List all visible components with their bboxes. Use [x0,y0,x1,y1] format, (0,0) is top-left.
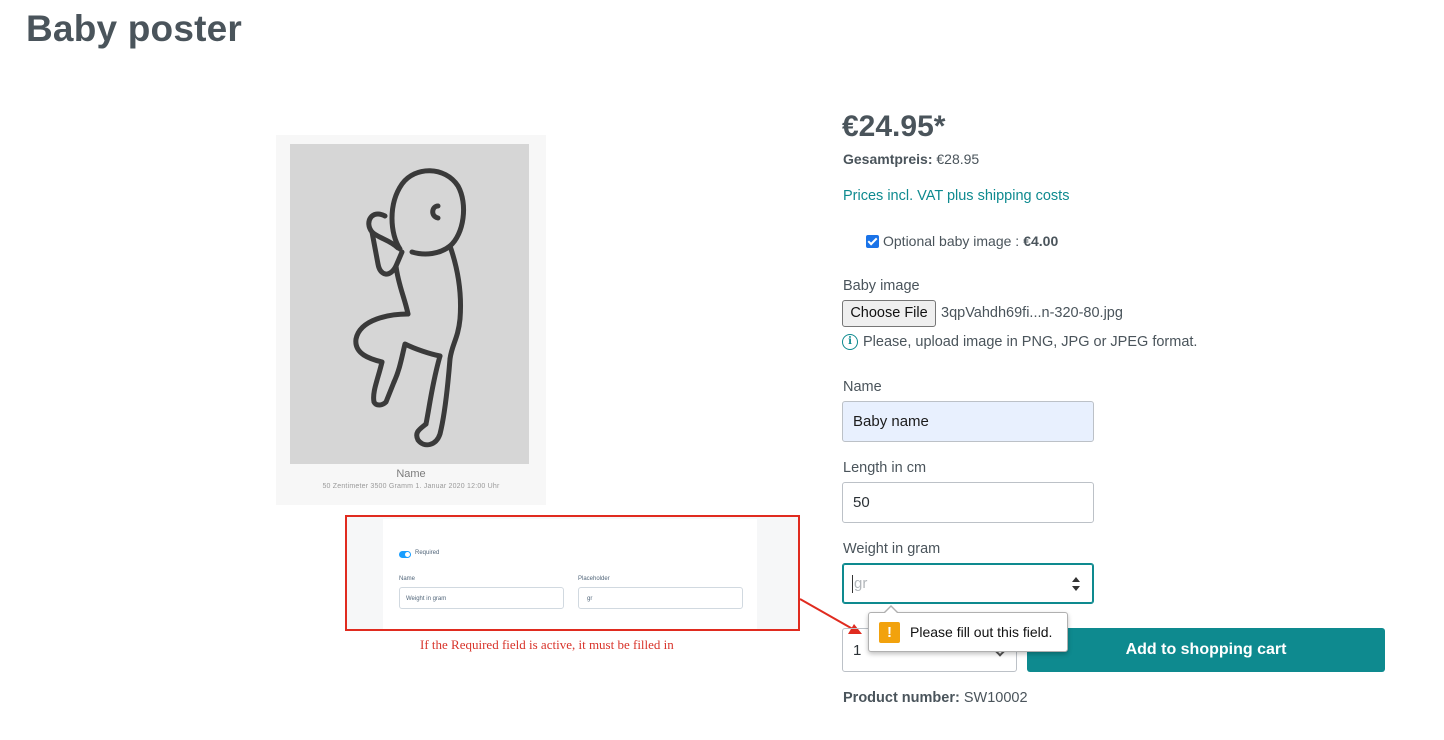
validation-message: Please fill out this field. [910,624,1053,640]
annotation-screenshot: Required Name Placeholder Weight in gram… [345,515,800,631]
validation-tooltip: ! Please fill out this field. [868,605,1068,652]
total-price-value: €28.95 [936,151,980,167]
annotation-placeholder-label: Placeholder [578,576,610,582]
chosen-file-name: 3qpVahdh69fi...n-320-80.jpg [941,305,1123,321]
annotation-placeholder-input: gr [578,587,743,609]
product-number: Product number: SW10002 [843,690,1028,706]
add-to-cart-button[interactable]: Add to shopping cart [1027,628,1385,672]
required-label: Required [415,550,440,556]
upload-hint: i Please, upload image in PNG, JPG or JP… [842,334,1197,350]
product-number-value: SW10002 [963,690,1028,706]
annotation-form: Required Name Placeholder Weight in gram… [383,519,757,629]
page-title: Baby poster [26,8,243,49]
annotation-name-label: Name [399,576,416,582]
weight-label: Weight in gram [843,541,941,557]
info-icon: i [842,334,858,350]
baby-image-label: Baby image [843,278,920,294]
warning-icon: ! [879,621,900,643]
optional-image-price: €4.00 [1023,233,1059,249]
length-label: Length in cm [843,460,927,476]
optional-image-checkbox[interactable] [866,234,879,248]
name-label: Name [843,379,882,395]
product-number-label: Product number: [843,690,960,706]
length-input[interactable]: 50 [842,482,1094,523]
choose-file-button[interactable]: Choose File [842,300,936,327]
quantity-value: 1 [853,642,862,659]
optional-image-option[interactable]: Optional baby image : €4.00 [866,233,1058,249]
product-price: €24.95* [842,110,946,143]
total-price: Gesamtpreis: €28.95 [843,151,979,167]
required-toggle [399,551,411,558]
poster-name: Name [396,468,426,480]
weight-input[interactable]: gr [842,563,1094,604]
poster-meta: 50 Zentimeter 3500 Gramm 1. Januar 2020 … [322,483,500,490]
upload-hint-text: Please, upload image in PNG, JPG or JPEG… [863,334,1198,350]
text-caret [852,575,853,593]
weight-placeholder: gr [854,575,868,592]
poster-artwork [290,144,529,464]
product-image[interactable]: Name 50 Zentimeter 3500 Gramm 1. Januar … [276,135,546,505]
annotation-name-input: Weight in gram [399,587,564,609]
baby-drawing [353,168,466,448]
total-price-label: Gesamtpreis: [843,151,933,167]
vat-shipping-link[interactable]: Prices incl. VAT plus shipping costs [843,188,1069,204]
annotation-caption: If the Required field is active, it must… [420,637,674,652]
spinner-icon[interactable] [1072,576,1081,592]
name-input[interactable]: Baby name [842,401,1094,442]
optional-image-label: Optional baby image : [883,233,1020,249]
